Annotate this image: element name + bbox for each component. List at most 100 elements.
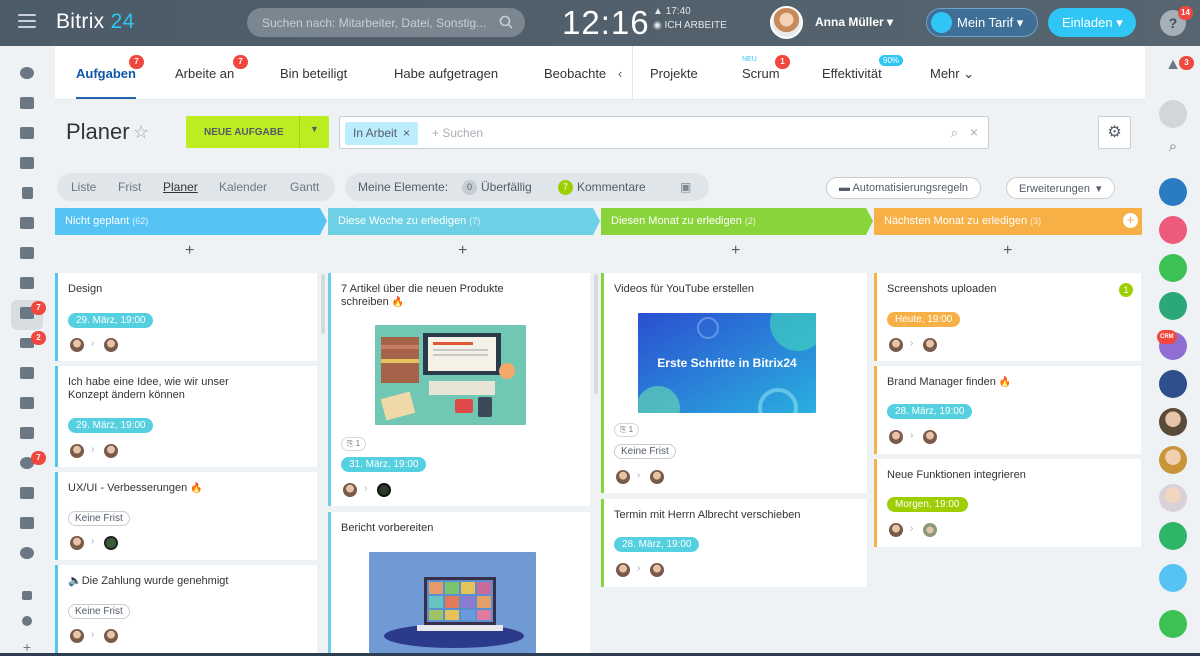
add-task-icon[interactable]: +	[458, 242, 467, 260]
close-icon[interactable]: ×	[403, 126, 410, 140]
avatar[interactable]	[104, 536, 118, 550]
avatar[interactable]	[70, 444, 84, 458]
chat-icon[interactable]	[17, 124, 37, 142]
calendar-icon[interactable]	[17, 154, 37, 172]
attachment-icon[interactable]: ⎘ 1	[341, 437, 367, 451]
view-gantt[interactable]: Gantt	[290, 180, 319, 194]
group-chat-icon[interactable]	[1159, 370, 1187, 398]
task-title[interactable]: 7 Artikel über die neuen Produkte schreib…	[341, 283, 504, 309]
contact-avatar-1[interactable]	[1159, 408, 1187, 436]
phone-icon[interactable]	[1159, 610, 1187, 638]
tab-effektivitaet[interactable]: Effektivität	[822, 66, 882, 81]
view-liste[interactable]: Liste	[71, 180, 96, 194]
task-card[interactable]: Design 29. März, 19:00 ›	[55, 273, 317, 361]
task-title[interactable]: Bericht vorbereiten	[341, 522, 433, 535]
filter-search[interactable]: In Arbeit × + Suchen ⌕ ×	[339, 116, 989, 149]
chevron-down-icon[interactable]: ▼	[299, 116, 329, 148]
mail-icon[interactable]	[17, 244, 37, 262]
task-card[interactable]: 🔈Die Zahlung wurde genehmigt Keine Frist…	[55, 565, 317, 653]
phone-share-icon[interactable]	[1159, 564, 1187, 592]
avatar[interactable]	[616, 470, 630, 484]
task-title[interactable]: Brand Manager finden 🔥	[887, 376, 1011, 389]
user-avatar[interactable]	[770, 6, 803, 39]
deadline-badge[interactable]: 28. März, 19:00	[614, 537, 700, 552]
megaphone-icon[interactable]	[1159, 178, 1187, 206]
avatar[interactable]	[70, 338, 84, 352]
avatar[interactable]	[889, 338, 903, 352]
task-card[interactable]: 7 Artikel über die neuen Produkte schreib…	[328, 273, 590, 506]
feed-icon[interactable]	[17, 94, 37, 112]
task-title[interactable]: Neue Funktionen integrieren	[887, 469, 1026, 482]
task-card[interactable]: Videos für YouTube erstellen Erste Schri…	[601, 273, 867, 493]
column-header-next-month[interactable]: Nächsten Monat zu erledigen (3)	[874, 208, 1051, 235]
tab-beobachte[interactable]: Beobachte	[544, 66, 606, 81]
avatar[interactable]	[889, 430, 903, 444]
task-card[interactable]: Brand Manager finden 🔥 28. März, 19:00 ›	[874, 366, 1141, 454]
comments-counter[interactable]: 7 Kommentare	[558, 180, 646, 196]
drive-icon[interactable]	[17, 214, 37, 232]
work-status[interactable]: ▲ 17:40 ◉ ICH ARBEITE	[653, 5, 727, 33]
more-down-icon[interactable]	[17, 544, 37, 562]
add-column-icon[interactable]: +	[1123, 213, 1138, 228]
deadline-badge[interactable]: 28. März, 19:00	[887, 404, 973, 419]
deadline-badge[interactable]: 29. März, 19:00	[68, 418, 154, 433]
task-card[interactable]: Neue Funktionen integrieren Morgen, 19:0…	[874, 459, 1141, 547]
contact-avatar-2[interactable]	[1159, 446, 1187, 474]
avatar[interactable]	[343, 483, 357, 497]
contact-icon[interactable]	[17, 424, 37, 442]
hamburger-icon[interactable]	[18, 14, 36, 28]
tarif-button[interactable]: Mein Tarif ▾	[926, 8, 1038, 37]
puzzle-icon[interactable]	[17, 64, 37, 82]
scrollbar[interactable]	[321, 274, 325, 334]
tab-bin-beteiligt[interactable]: Bin beteiligt	[280, 66, 347, 81]
star-icon[interactable]: ☆	[133, 122, 149, 143]
filter-chip[interactable]: In Arbeit ×	[345, 122, 419, 145]
add-task-icon[interactable]: +	[1003, 242, 1012, 260]
view-planer[interactable]: Planer	[163, 180, 198, 194]
comment-badge[interactable]: 1	[1119, 283, 1133, 297]
deadline-badge[interactable]: Heute, 19:00	[887, 312, 961, 327]
settings-icon[interactable]	[17, 612, 37, 630]
avatar[interactable]	[70, 536, 84, 550]
tab-habe-aufgetragen[interactable]: Habe aufgetragen	[394, 66, 498, 81]
scrollbar[interactable]	[594, 274, 598, 394]
view-kalender[interactable]: Kalender	[219, 180, 267, 194]
tab-mehr[interactable]: Mehr ⌄	[930, 66, 974, 82]
column-header-this-month[interactable]: Diesen Monat zu erledigen (2)	[601, 208, 766, 235]
avatar[interactable]	[889, 523, 903, 537]
deadline-badge[interactable]: Keine Frist	[68, 511, 130, 526]
task-card[interactable]: Bericht vorbereiten	[328, 512, 590, 653]
box2-icon[interactable]	[17, 514, 37, 532]
task-image[interactable]	[369, 552, 536, 653]
avatar[interactable]	[104, 629, 118, 643]
search-icon[interactable]: ⌕	[1159, 138, 1187, 166]
add-icon[interactable]: +	[17, 638, 37, 656]
avatar[interactable]	[104, 444, 118, 458]
add-task-icon[interactable]: +	[731, 242, 740, 260]
tab-arbeite-an[interactable]: Arbeite an	[175, 66, 234, 81]
task-title[interactable]: Termin mit Herrn Albrecht verschieben	[614, 509, 800, 522]
clock[interactable]: 12:16	[562, 4, 650, 42]
box-icon[interactable]	[17, 484, 37, 502]
user-icon[interactable]	[1159, 292, 1187, 320]
automation-button[interactable]: ▬ Automatisierungsregeln	[826, 177, 982, 199]
task-title[interactable]: 🔈Die Zahlung wurde genehmigt	[68, 575, 228, 588]
add-task-icon[interactable]: +	[185, 242, 194, 260]
task-title[interactable]: Screenshots uploaden	[887, 283, 996, 296]
search-input[interactable]: Suchen nach: Mitarbeiter, Datei, Sonstig…	[247, 8, 525, 37]
calendar-icon[interactable]	[1159, 216, 1187, 244]
task-title[interactable]: Ich habe eine Idee, wie wir unser Konzept…	[68, 376, 229, 402]
task-card[interactable]: Termin mit Herrn Albrecht verschieben 28…	[601, 499, 867, 587]
deadline-badge[interactable]: 29. März, 19:00	[68, 313, 154, 328]
deadline-badge[interactable]: Keine Frist	[614, 444, 676, 459]
view-frist[interactable]: Frist	[118, 180, 141, 194]
users-icon[interactable]	[1159, 254, 1187, 282]
tab-aufgaben[interactable]: Aufgaben	[76, 66, 136, 99]
deadline-badge[interactable]: Morgen, 19:00	[887, 497, 968, 512]
group-icon[interactable]	[17, 274, 37, 292]
search-icon[interactable]: ⌕	[951, 125, 958, 141]
chevron-left-icon[interactable]: ‹	[618, 66, 622, 81]
video-call-icon[interactable]	[1159, 522, 1187, 550]
timeline-icon[interactable]	[1159, 100, 1187, 128]
logo[interactable]: Bitrix 24	[56, 10, 135, 34]
